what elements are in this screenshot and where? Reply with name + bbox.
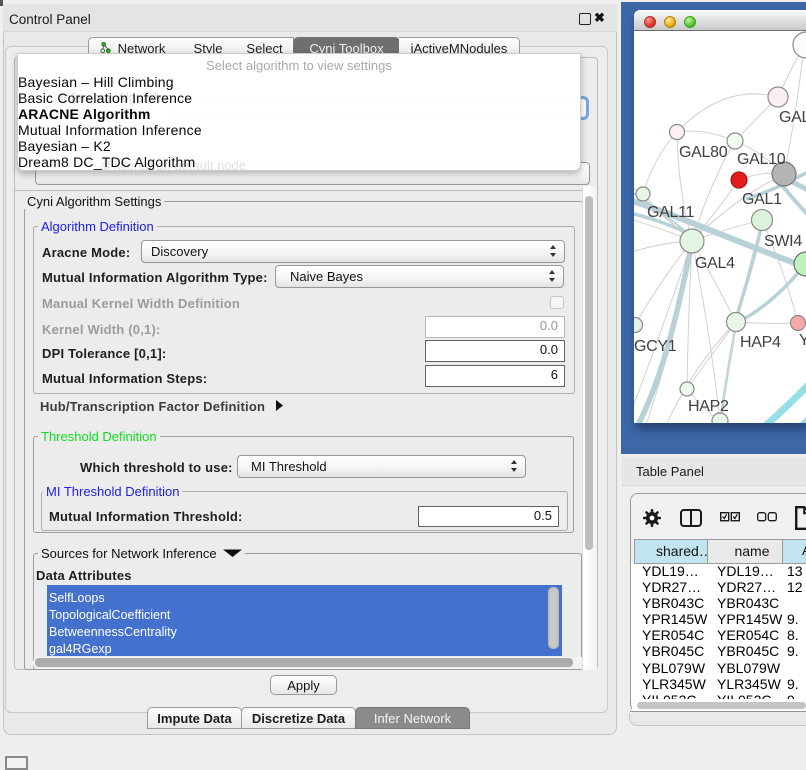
svg-text:SWI4: SWI4 xyxy=(764,233,802,250)
svg-text:YJ: YJ xyxy=(799,332,806,349)
svg-text:GAL1: GAL1 xyxy=(742,191,782,208)
svg-text:GAL7: GAL7 xyxy=(779,109,806,126)
svg-text:GAL4: GAL4 xyxy=(695,255,735,272)
svg-text:HAP4: HAP4 xyxy=(740,334,781,351)
svg-text:GAL11: GAL11 xyxy=(647,204,695,221)
svg-text:GCY1: GCY1 xyxy=(634,338,677,355)
svg-text:HAP2: HAP2 xyxy=(688,398,729,415)
svg-text:GAL10: GAL10 xyxy=(737,151,786,168)
svg-text:GAL80: GAL80 xyxy=(679,144,728,161)
